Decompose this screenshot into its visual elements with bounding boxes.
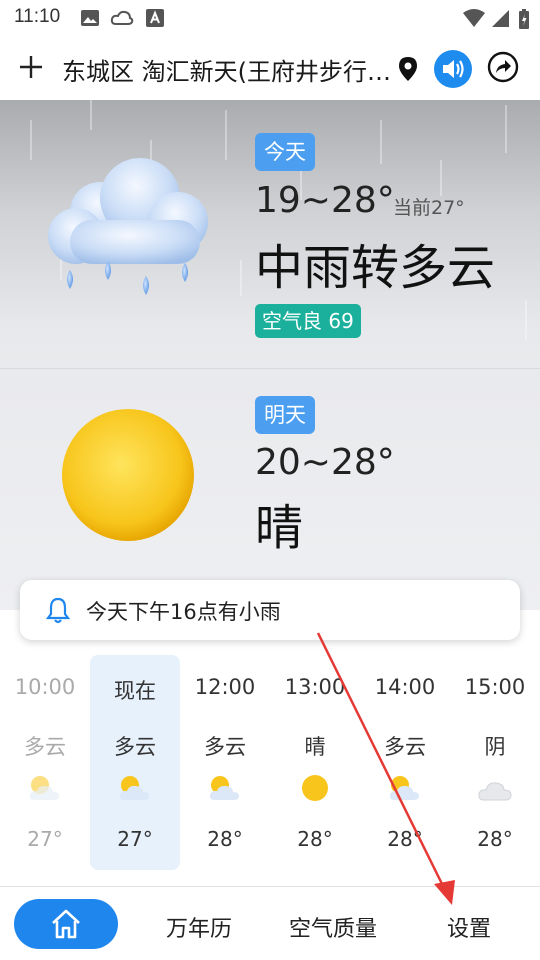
- hour-temp: 28°: [477, 827, 513, 851]
- hour-condition: 阴: [484, 735, 506, 759]
- hour-temp: 28°: [297, 827, 333, 851]
- today-current-temp: 当前27°: [393, 197, 465, 219]
- today-temp-range: 19~28°: [255, 180, 395, 221]
- hour-column[interactable]: 10:00 多云 27°: [0, 655, 90, 870]
- rain-streak: [505, 105, 507, 153]
- hour-time: 14:00: [374, 675, 436, 699]
- hour-column-current[interactable]: 现在 多云 27°: [90, 655, 180, 870]
- rain-streak: [380, 120, 382, 164]
- signal-icon: [492, 10, 509, 27]
- hour-temp: 27°: [27, 827, 63, 851]
- air-quality-badge[interactable]: 空气良 69: [255, 304, 361, 338]
- tomorrow-temp-range: 20~28°: [255, 442, 395, 483]
- rain-streak: [30, 120, 32, 160]
- day-divider: [0, 368, 540, 369]
- share-button[interactable]: [486, 50, 520, 84]
- today-condition: 中雨转多云: [255, 240, 496, 296]
- title-bar: 东城区 淘汇新天(王府井步行…: [0, 38, 540, 100]
- hour-temp: 27°: [117, 827, 153, 851]
- image-icon: [81, 10, 99, 26]
- location-pin-icon[interactable]: [398, 56, 418, 82]
- hour-time: 10:00: [14, 675, 76, 699]
- battery-icon: [519, 9, 529, 29]
- hour-condition: 多云: [384, 735, 426, 759]
- location-title[interactable]: 东城区 淘汇新天(王府井步行…: [62, 52, 391, 87]
- rain-streak: [440, 160, 442, 196]
- nav-calendar[interactable]: 万年历: [166, 911, 232, 943]
- hour-time: 15:00: [464, 675, 526, 699]
- home-icon: [52, 909, 80, 939]
- voice-broadcast-button[interactable]: [434, 50, 472, 88]
- hour-temp: 28°: [207, 827, 243, 851]
- tomorrow-condition: 晴: [255, 500, 304, 556]
- hour-time: 12:00: [194, 675, 256, 699]
- rain-streak: [90, 100, 92, 130]
- partly-cloudy-icon: [29, 776, 59, 800]
- bottom-nav: 万年历 空气质量 设置: [0, 886, 540, 960]
- wifi-icon: [463, 9, 485, 27]
- share-arrow-icon: [487, 51, 519, 83]
- nav-air-quality[interactable]: 空气质量: [289, 911, 377, 943]
- sun-icon: [62, 409, 194, 541]
- hour-column[interactable]: 12:00 多云 28°: [180, 655, 270, 870]
- rain-cloud-icon: [48, 158, 208, 295]
- partly-cloudy-icon: [119, 776, 149, 800]
- weather-alert-card[interactable]: 今天下午16点有小雨: [20, 580, 520, 640]
- rain-streak: [225, 110, 227, 160]
- speaker-icon: [443, 60, 464, 78]
- plus-icon: [20, 56, 42, 78]
- cloud-status-icon: [110, 10, 134, 25]
- add-city-button[interactable]: [14, 50, 48, 84]
- partly-cloudy-icon: [209, 776, 239, 800]
- font-a-icon: [146, 9, 164, 27]
- hour-condition: 晴: [304, 735, 326, 759]
- nav-settings[interactable]: 设置: [447, 911, 491, 943]
- bell-icon: [46, 597, 70, 624]
- alert-text: 今天下午16点有小雨: [86, 600, 281, 624]
- weather-panel: 今天 19~28° 当前27° 中雨转多云 空气良 69 明天 20~28° 晴: [0, 100, 540, 610]
- tomorrow-badge: 明天: [255, 396, 315, 434]
- hour-time: 现在: [114, 679, 156, 703]
- partly-cloudy-icon: [389, 776, 419, 800]
- nav-home-button[interactable]: [14, 899, 118, 949]
- hour-column[interactable]: 13:00 晴 28°: [270, 655, 360, 870]
- hour-temp: 28°: [387, 827, 423, 851]
- status-bar: 11:10: [0, 0, 540, 38]
- hour-condition: 多云: [114, 735, 156, 759]
- hour-condition: 多云: [204, 735, 246, 759]
- rain-streak: [525, 300, 527, 340]
- cloud-icon: [478, 782, 512, 801]
- hour-condition: 多云: [24, 735, 66, 759]
- status-time: 11:10: [14, 6, 61, 27]
- hour-column[interactable]: 15:00 阴 28°: [450, 655, 540, 870]
- today-badge: 今天: [255, 133, 315, 171]
- hourly-forecast[interactable]: 10:00 多云 27° 现在 多云 27° 12:00 多云 28° 13:0…: [0, 655, 540, 875]
- rain-streak: [240, 260, 242, 296]
- sun-icon: [302, 775, 328, 801]
- hour-column[interactable]: 14:00 多云 28°: [360, 655, 450, 870]
- hour-time: 13:00: [284, 675, 346, 699]
